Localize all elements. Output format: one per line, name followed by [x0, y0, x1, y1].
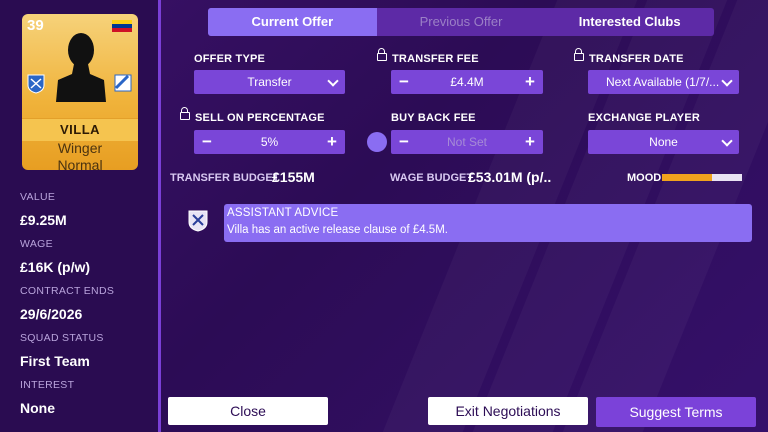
wage-label: WAGE	[20, 238, 53, 250]
player-card[interactable]: 39 VILLA Winger Normal	[22, 14, 138, 170]
club-crest-icon	[27, 74, 45, 94]
buy-back-label: BUY BACK FEE	[391, 112, 476, 124]
advice-title: ASSISTANT ADVICE	[227, 207, 339, 219]
chevron-down-icon	[721, 75, 733, 87]
exchange-player-select[interactable]: None	[588, 130, 739, 154]
interest-label: INTEREST	[20, 379, 75, 391]
transfer-fee-label: TRANSFER FEE	[392, 53, 479, 65]
transfer-budget-value: £155M	[272, 169, 315, 185]
lock-icon[interactable]	[377, 48, 387, 61]
player-role: Normal	[57, 157, 103, 170]
sell-on-label: SELL ON PERCENTAGE	[195, 112, 325, 124]
wage-budget-label: WAGE BUDGET	[390, 172, 474, 184]
transfer-fee-decrease-button[interactable]: −	[391, 70, 417, 94]
buy-back-decrease-button[interactable]: −	[391, 130, 417, 154]
buy-back-increase-button[interactable]: +	[517, 130, 543, 154]
transfer-budget-label: TRANSFER BUDGET	[170, 172, 280, 184]
mood-label: MOOD	[627, 172, 662, 184]
suggest-terms-button[interactable]: Suggest Terms	[596, 397, 756, 427]
interest-value: None	[20, 400, 55, 416]
squad-status-value: First Team	[20, 353, 90, 369]
transfer-fee-stepper[interactable]: − £4.4M +	[391, 70, 543, 94]
transfer-date-label: TRANSFER DATE	[589, 53, 684, 65]
tab-previous-offer[interactable]: Previous Offer	[377, 8, 546, 36]
player-sidebar: 39 VILLA Winger Normal VALUE £9.25M WAGE…	[0, 0, 158, 432]
player-rating: 39	[27, 17, 44, 34]
exchange-player-value: None	[649, 135, 678, 149]
sell-on-increase-button[interactable]: +	[319, 130, 345, 154]
offer-type-label: OFFER TYPE	[194, 53, 266, 65]
kit-icon	[114, 74, 132, 92]
sell-on-value[interactable]: 5%	[220, 135, 319, 149]
player-name-band: VILLA	[22, 118, 138, 141]
tab-current-offer[interactable]: Current Offer	[208, 8, 377, 36]
lock-icon[interactable]	[180, 107, 190, 120]
transfer-fee-label-wrap: TRANSFER FEE	[377, 48, 479, 65]
offer-type-select[interactable]: Transfer	[194, 70, 345, 94]
nationality-flag-icon	[112, 20, 132, 32]
assistant-advice-panel: ASSISTANT ADVICE Villa has an active rel…	[224, 204, 752, 242]
buy-back-toggle[interactable]	[367, 132, 387, 152]
transfer-fee-value[interactable]: £4.4M	[417, 75, 517, 89]
exit-negotiations-button[interactable]: Exit Negotiations	[428, 397, 588, 425]
exchange-player-label: EXCHANGE PLAYER	[588, 112, 701, 124]
chevron-down-icon	[721, 135, 733, 147]
player-name: VILLA	[59, 122, 101, 137]
contract-ends-label: CONTRACT ENDS	[20, 285, 115, 297]
wage-value: £16K (p/w)	[20, 259, 91, 275]
sell-on-decrease-button[interactable]: −	[194, 130, 220, 154]
sell-on-label-wrap: SELL ON PERCENTAGE	[180, 107, 325, 124]
value-value: £9.25M	[20, 212, 67, 228]
wage-budget-value: £53.01M (p/..	[468, 169, 552, 185]
buy-back-value[interactable]: Not Set	[417, 135, 517, 149]
assistant-crest-icon	[188, 210, 208, 232]
offer-tabs: Current Offer Previous Offer Interested …	[208, 8, 714, 36]
contract-ends-value: 29/6/2026	[20, 306, 83, 322]
transfer-date-label-wrap: TRANSFER DATE	[574, 48, 684, 65]
mood-bar	[662, 174, 742, 181]
transfer-date-value: Next Available (1/7/...	[606, 75, 720, 89]
transfer-date-select[interactable]: Next Available (1/7/...	[588, 70, 739, 94]
advice-body: Villa has an active release clause of £4…	[227, 224, 448, 236]
squad-status-label: SQUAD STATUS	[20, 332, 104, 344]
value-label: VALUE	[20, 191, 56, 203]
close-button[interactable]: Close	[168, 397, 328, 425]
buy-back-stepper[interactable]: − Not Set +	[391, 130, 543, 154]
transfer-fee-increase-button[interactable]: +	[517, 70, 543, 94]
chevron-down-icon	[327, 75, 339, 87]
sidebar-divider	[158, 0, 161, 432]
tab-interested-clubs[interactable]: Interested Clubs	[545, 8, 714, 36]
player-silhouette-icon	[56, 33, 106, 102]
player-position: Winger	[57, 140, 103, 156]
sell-on-stepper[interactable]: − 5% +	[194, 130, 345, 154]
offer-type-value: Transfer	[247, 75, 292, 89]
mood-bar-fill	[662, 174, 712, 181]
lock-icon[interactable]	[574, 48, 584, 61]
